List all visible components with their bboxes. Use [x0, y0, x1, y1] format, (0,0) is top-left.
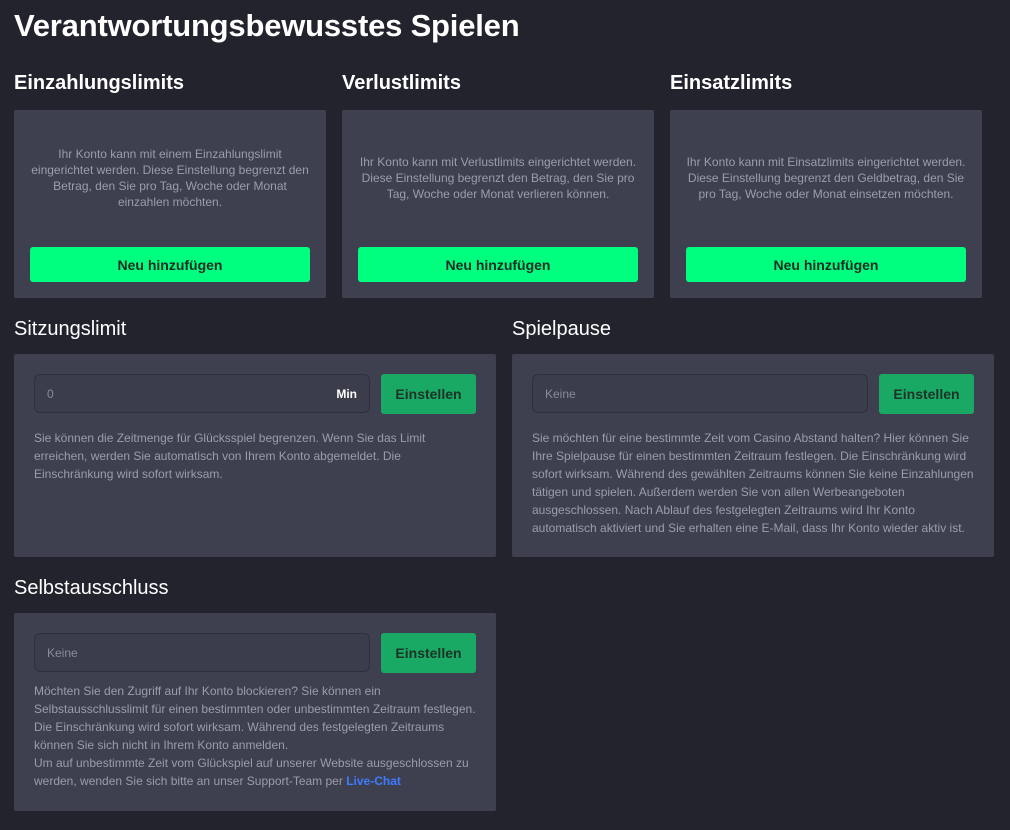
session-limit-input[interactable]	[47, 386, 337, 401]
session-limit-title: Sitzungslimit	[14, 318, 127, 340]
self-exclusion-support-text: Um auf unbestimmte Zeit vom Glückspiel a…	[34, 756, 469, 788]
game-break-title: Spielpause	[512, 318, 611, 340]
self-exclusion-text: Möchten Sie den Zugriff auf Ihr Konto bl…	[34, 682, 478, 790]
session-limit-unit: Min	[336, 386, 357, 401]
self-exclusion-set-button[interactable]: Einstellen	[381, 633, 476, 673]
deposit-limits-title: Einzahlungslimits	[14, 72, 185, 94]
self-exclusion-card: Einstellen Möchten Sie den Zugriff auf I…	[14, 613, 496, 811]
live-chat-link[interactable]: Live-Chat	[346, 774, 401, 788]
session-limit-card: Min Einstellen Sie können die Zeitmenge …	[14, 354, 496, 557]
session-limit-set-button[interactable]: Einstellen	[381, 374, 476, 414]
session-limit-field: Min	[34, 374, 370, 413]
game-break-set-button[interactable]: Einstellen	[879, 374, 974, 414]
self-exclusion-input[interactable]	[47, 645, 357, 660]
deposit-limits-description: Ihr Konto kann mit einem Einzahlungslimi…	[31, 147, 309, 209]
loss-limits-card: Ihr Konto kann mit Verlustlimits eingeri…	[342, 110, 654, 298]
page-title: Verantwortungsbewusstes Spielen	[14, 8, 520, 43]
loss-limits-description: Ihr Konto kann mit Verlustlimits eingeri…	[359, 155, 637, 201]
add-wager-limit-button[interactable]: Neu hinzufügen	[686, 247, 966, 282]
game-break-input[interactable]	[545, 386, 855, 401]
wager-limits-description: Ihr Konto kann mit Einsatzlimits eingeri…	[686, 155, 966, 201]
wager-limits-title: Einsatzlimits	[670, 72, 793, 94]
self-exclusion-title: Selbstausschluss	[14, 577, 169, 599]
game-break-field	[532, 374, 868, 413]
self-exclusion-description: Möchten Sie den Zugriff auf Ihr Konto bl…	[34, 684, 476, 752]
loss-limits-title: Verlustlimits	[342, 72, 461, 94]
add-deposit-limit-button[interactable]: Neu hinzufügen	[30, 247, 310, 282]
session-limit-description: Sie können die Zeitmenge für Glücksspiel…	[34, 431, 426, 481]
game-break-card: Einstellen Sie möchten für eine bestimmt…	[512, 354, 994, 557]
wager-limits-card: Ihr Konto kann mit Einsatzlimits eingeri…	[670, 110, 982, 298]
self-exclusion-field	[34, 633, 370, 672]
game-break-description: Sie möchten für eine bestimmte Zeit vom …	[532, 431, 974, 535]
add-loss-limit-button[interactable]: Neu hinzufügen	[358, 247, 638, 282]
deposit-limits-card: Ihr Konto kann mit einem Einzahlungslimi…	[14, 110, 326, 298]
